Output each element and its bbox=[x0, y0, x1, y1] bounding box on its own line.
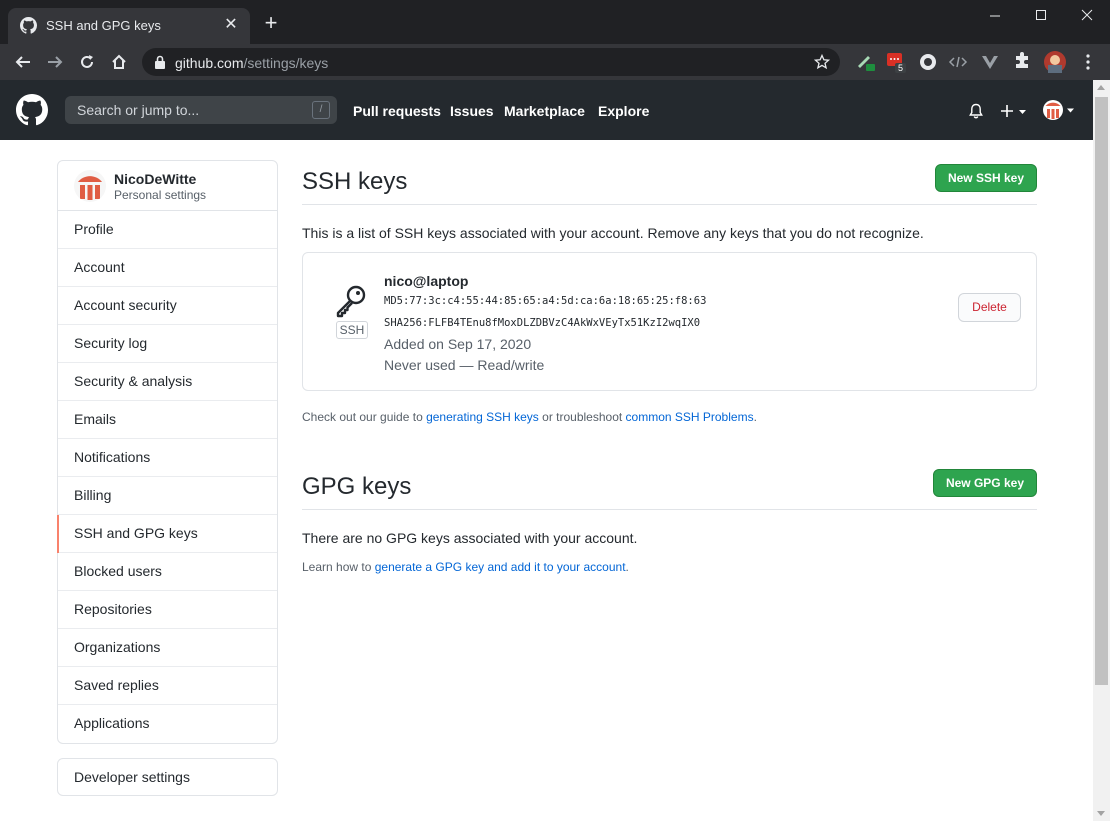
sidebar-item-developer-settings[interactable]: Developer settings bbox=[58, 759, 277, 797]
tab-title: SSH and GPG keys bbox=[46, 18, 161, 33]
github-favicon-icon bbox=[20, 17, 37, 34]
svg-text:5: 5 bbox=[898, 63, 903, 73]
browser-toolbar: github.com/settings/keys 5 bbox=[0, 44, 1110, 80]
forward-icon[interactable] bbox=[43, 50, 67, 74]
sidebar-item-applications[interactable]: Applications bbox=[58, 705, 277, 743]
sidebar-item-notifications[interactable]: Notifications bbox=[58, 439, 277, 477]
gpg-learn-text: Learn how to generate a GPG key and add … bbox=[302, 560, 629, 574]
sidebar-item-account[interactable]: Account bbox=[58, 249, 277, 287]
nav-pull-requests[interactable]: Pull requests bbox=[353, 103, 441, 119]
sidebar-item-account-security[interactable]: Account security bbox=[58, 287, 277, 325]
developer-settings-box: Developer settings bbox=[57, 758, 278, 796]
red-extension-icon[interactable]: 5 bbox=[886, 52, 906, 73]
sidebar-item-security-analysis[interactable]: Security & analysis bbox=[58, 363, 277, 401]
chrome-menu-icon[interactable] bbox=[1078, 52, 1098, 72]
ssh-title: SSH keys bbox=[302, 168, 408, 195]
bookmark-star-icon[interactable] bbox=[814, 54, 830, 70]
lock-icon bbox=[155, 55, 165, 69]
code-extension-icon[interactable] bbox=[948, 52, 968, 72]
ssh-subhead: SSH keys New SSH key bbox=[302, 160, 1037, 205]
pen-extension-icon[interactable] bbox=[856, 52, 876, 72]
search-box[interactable]: / bbox=[65, 96, 337, 124]
ssh-key-added-date: Added on Sep 17, 2020 bbox=[384, 336, 532, 352]
address-bar[interactable]: github.com/settings/keys bbox=[142, 48, 840, 76]
nav-marketplace[interactable]: Marketplace bbox=[504, 103, 585, 119]
ssh-key-sha256-fingerprint: SHA256:FLFB4TEnu8fMoxDLZDBVzC4AkWxVEyTx5… bbox=[384, 317, 701, 329]
generate-gpg-key-link[interactable]: generate a GPG key and add it to your ac… bbox=[375, 560, 626, 574]
vue-extension-icon[interactable] bbox=[980, 52, 1000, 72]
github-header: / Pull requests Issues Marketplace Explo… bbox=[0, 80, 1110, 140]
close-window-icon[interactable] bbox=[1064, 0, 1110, 30]
ssh-key-md5-fingerprint: MD5:77:3c:c4:55:44:85:65:a4:5d:ca:6a:18:… bbox=[384, 295, 707, 307]
gpg-subhead: GPG keys New GPG key bbox=[302, 465, 1037, 510]
create-new-icon[interactable] bbox=[1000, 104, 1030, 120]
browser-tabstrip: SSH and GPG keys ✕ + bbox=[0, 0, 1110, 44]
new-gpg-key-button[interactable]: New GPG key bbox=[932, 469, 1037, 497]
ssh-key-type-badge: SSH bbox=[336, 321, 368, 339]
scrollbar-thumb[interactable] bbox=[1095, 97, 1108, 685]
new-tab-icon[interactable]: + bbox=[260, 12, 282, 35]
ssh-key-usage: Never used — Read/write bbox=[384, 357, 545, 373]
ssh-key-name: nico@laptop bbox=[384, 273, 469, 289]
settings-page: NicoDeWitte Personal settings Profile Ac… bbox=[0, 140, 1093, 821]
maximize-icon[interactable] bbox=[1018, 0, 1064, 30]
profile-avatar-icon[interactable] bbox=[1044, 51, 1066, 73]
nav-explore[interactable]: Explore bbox=[598, 103, 649, 119]
user-avatar-menu-icon[interactable] bbox=[1043, 100, 1077, 122]
user-avatar bbox=[74, 170, 106, 202]
new-ssh-key-button[interactable]: New SSH key bbox=[934, 164, 1037, 192]
page-scrollbar[interactable] bbox=[1093, 80, 1110, 821]
delete-ssh-key-button[interactable]: Delete bbox=[958, 293, 1021, 322]
sidebar-item-repositories[interactable]: Repositories bbox=[58, 591, 277, 629]
reload-icon[interactable] bbox=[75, 50, 99, 74]
sidebar-item-emails[interactable]: Emails bbox=[58, 401, 277, 439]
gpg-title: GPG keys bbox=[302, 473, 412, 500]
settings-sidebar: NicoDeWitte Personal settings Profile Ac… bbox=[57, 160, 278, 744]
sidebar-item-organizations[interactable]: Organizations bbox=[58, 629, 277, 667]
sidebar-subtitle: Personal settings bbox=[114, 188, 207, 202]
extensions-puzzle-icon[interactable] bbox=[1012, 52, 1032, 72]
browser-tab[interactable]: SSH and GPG keys ✕ bbox=[8, 8, 250, 44]
gpg-empty-text: There are no GPG keys associated with yo… bbox=[302, 530, 638, 546]
generating-ssh-keys-link[interactable]: generating SSH keys bbox=[426, 410, 539, 424]
sidebar-item-billing[interactable]: Billing bbox=[58, 477, 277, 515]
sidebar-user-header[interactable]: NicoDeWitte Personal settings bbox=[58, 161, 277, 211]
sidebar-item-security-log[interactable]: Security log bbox=[58, 325, 277, 363]
ssh-guide-text: Check out our guide to generating SSH ke… bbox=[302, 410, 757, 424]
search-shortcut-hint: / bbox=[312, 101, 330, 119]
back-icon[interactable] bbox=[11, 50, 35, 74]
github-logo-icon[interactable] bbox=[16, 94, 48, 126]
home-icon[interactable] bbox=[107, 50, 131, 74]
sidebar-item-blocked-users[interactable]: Blocked users bbox=[58, 553, 277, 591]
sidebar-username: NicoDeWitte bbox=[114, 171, 197, 187]
key-icon bbox=[336, 285, 366, 318]
circle-extension-icon[interactable] bbox=[918, 52, 938, 72]
scroll-down-icon[interactable] bbox=[1097, 811, 1105, 816]
minimize-icon[interactable] bbox=[972, 0, 1018, 30]
ssh-description: This is a list of SSH keys associated wi… bbox=[302, 225, 924, 241]
search-input[interactable] bbox=[65, 96, 337, 124]
url-text: github.com/settings/keys bbox=[175, 55, 329, 71]
nav-issues[interactable]: Issues bbox=[450, 103, 494, 119]
ssh-key-item: SSH nico@laptop MD5:77:3c:c4:55:44:85:65… bbox=[302, 252, 1037, 391]
sidebar-item-saved-replies[interactable]: Saved replies bbox=[58, 667, 277, 705]
bell-icon[interactable] bbox=[968, 103, 984, 120]
sidebar-item-ssh-gpg-keys[interactable]: SSH and GPG keys bbox=[57, 515, 277, 553]
scroll-up-icon[interactable] bbox=[1097, 85, 1105, 90]
sidebar-item-profile[interactable]: Profile bbox=[58, 211, 277, 249]
common-ssh-problems-link[interactable]: common SSH Problems bbox=[626, 410, 754, 424]
close-tab-icon[interactable]: ✕ bbox=[222, 16, 240, 34]
